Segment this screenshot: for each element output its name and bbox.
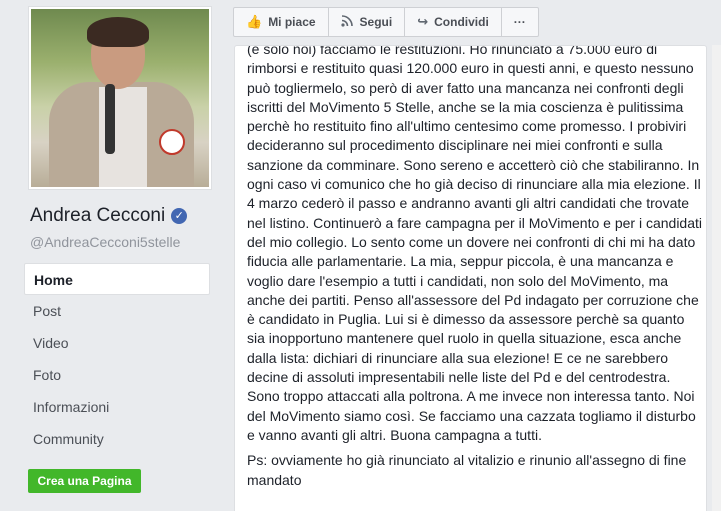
post-text: (e solo noi) facciamo le restituzioni. H… — [247, 45, 705, 496]
post-paragraph: Ps: ovviamente ho già rinunciato al vita… — [247, 452, 687, 488]
page-name-text[interactable]: Andrea Cecconi — [30, 205, 165, 227]
like-label: Mi piace — [268, 15, 316, 29]
nav-item-post[interactable]: Post — [24, 295, 210, 327]
nav-item-home[interactable]: Home — [24, 263, 210, 295]
share-button[interactable]: ↪ Condividi — [405, 8, 502, 36]
nav-item-informazioni[interactable]: Informazioni — [24, 391, 210, 423]
create-page-button[interactable]: Crea una Pagina — [28, 469, 141, 493]
nav-item-community[interactable]: Community — [24, 423, 210, 455]
page-name[interactable]: Andrea Cecconi ✓ — [30, 205, 188, 227]
post-paragraph: (e solo noi) facciamo le restituzioni. H… — [247, 45, 702, 443]
like-button[interactable]: 👍 Mi piace — [234, 8, 329, 36]
more-options-button[interactable]: ··· — [502, 8, 538, 36]
follow-label: Segui — [359, 15, 393, 29]
page-handle[interactable]: @AndreaCecconi5stelle — [30, 234, 180, 250]
post-card: (e solo noi) facciamo le restituzioni. H… — [234, 45, 707, 511]
nav-item-foto[interactable]: Foto — [24, 359, 210, 391]
follow-button[interactable]: Segui — [329, 8, 406, 36]
nav-item-video[interactable]: Video — [24, 327, 210, 359]
photo-microphone — [105, 84, 115, 154]
page-nav: Home Post Video Foto Informazioni Commun… — [24, 263, 210, 455]
verified-check-icon: ✓ — [171, 208, 188, 224]
share-label: Condividi — [434, 15, 489, 29]
page-scrollbar[interactable] — [712, 45, 721, 511]
photo-hair — [87, 17, 149, 47]
share-arrow-icon: ↪ — [417, 14, 429, 30]
photo-badge — [159, 129, 185, 155]
page-action-bar: 👍 Mi piace Segui ↪ Condividi ··· — [233, 7, 539, 37]
profile-photo — [31, 9, 209, 187]
left-column: Andrea Cecconi ✓ @AndreaCecconi5stelle H… — [0, 0, 222, 511]
profile-picture[interactable] — [28, 6, 212, 190]
more-label: ··· — [513, 15, 526, 29]
rss-icon — [340, 14, 354, 31]
thumbs-up-icon: 👍 — [246, 14, 263, 30]
